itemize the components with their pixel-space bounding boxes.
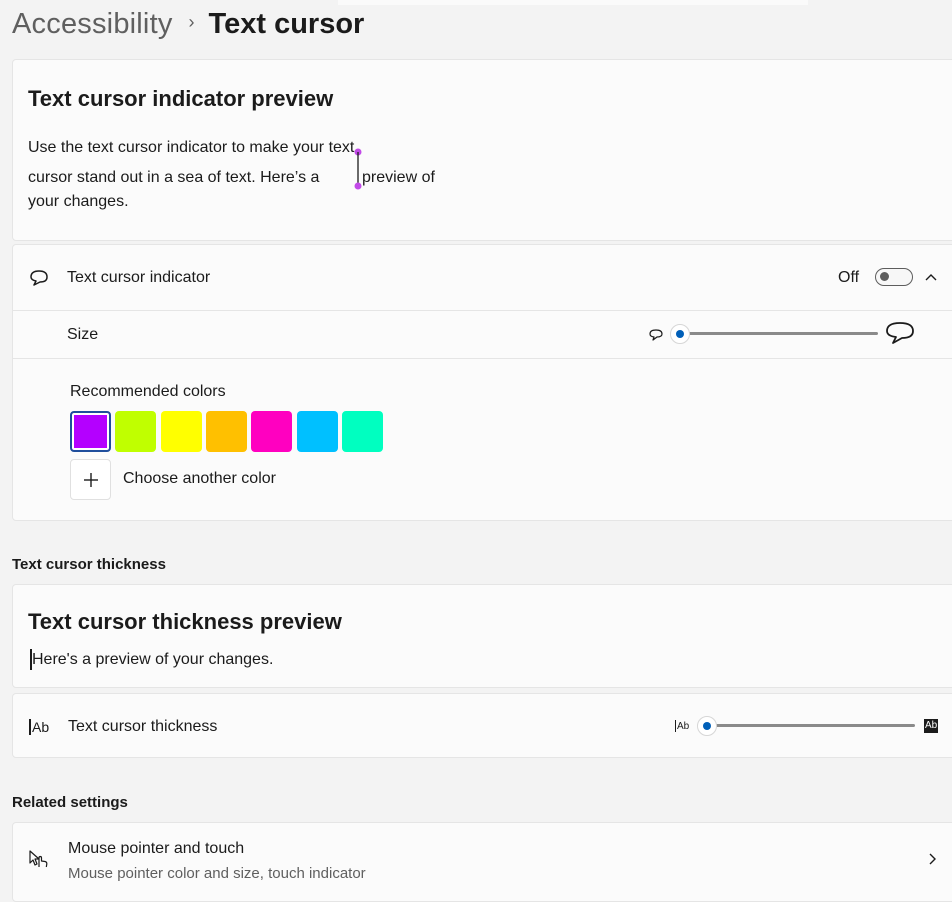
choose-color-label[interactable]: Choose another color (123, 470, 276, 488)
plus-icon (83, 472, 98, 487)
related-item-title: Mouse pointer and touch (68, 840, 245, 857)
color-swatch[interactable] (115, 411, 156, 452)
recommended-colors-label: Recommended colors (70, 383, 226, 400)
related-item-subtitle: Mouse pointer color and size, touch indi… (68, 865, 366, 882)
thickness-row-label: Text cursor thickness (68, 718, 218, 735)
thickness-section-header: Text cursor thickness (12, 556, 166, 573)
thickness-preview-title: Text cursor thickness preview (28, 609, 342, 634)
preview-line-2b: preview of (362, 169, 435, 186)
row-divider (12, 310, 952, 311)
color-swatch[interactable] (70, 411, 111, 452)
breadcrumb: Accessibility › Text cursor (12, 4, 364, 44)
mouse-pointer-touch-link[interactable]: Mouse pointer and touch Mouse pointer co… (12, 822, 952, 902)
text-cursor-indicator-icon (354, 148, 362, 190)
thickness-ab-icon: Ab (29, 718, 49, 736)
indicator-preview-text: Use the text cursor indicator to make yo… (28, 139, 488, 219)
thickness-thin-icon: Ab (675, 720, 690, 732)
thickness-preview-text: Here's a preview of your changes. (32, 651, 274, 668)
indicator-preview-card: Text cursor indicator preview Use the te… (12, 59, 952, 241)
thickness-preview-card: Text cursor thickness preview Here's a p… (12, 584, 952, 688)
text-cursor-indicator-toggle[interactable] (875, 268, 913, 286)
preview-line-1: Use the text cursor indicator to make yo… (28, 139, 355, 156)
thickness-slider-track (707, 724, 915, 727)
toggle-state-label: Off (838, 269, 860, 286)
chevron-up-icon[interactable] (924, 272, 938, 284)
thickness-thick-icon: Ab (924, 719, 939, 733)
cursor-indicator-icon (30, 270, 48, 286)
small-indicator-icon (649, 329, 663, 341)
color-swatch[interactable] (161, 411, 202, 452)
large-indicator-icon (886, 322, 914, 344)
thickness-slider[interactable] (697, 715, 917, 737)
size-slider[interactable] (670, 323, 880, 345)
preview-line-2a: cursor stand out in a sea of text. Here’… (28, 169, 320, 186)
page-title: Text cursor (208, 7, 365, 40)
breadcrumb-accessibility[interactable]: Accessibility (12, 8, 173, 41)
chevron-right-icon (929, 853, 936, 865)
preview-line-3: your changes. (28, 193, 129, 210)
window-top-strip (338, 0, 808, 5)
toggle-knob (880, 272, 889, 281)
size-row-label: Size (67, 326, 99, 343)
size-slider-thumb[interactable] (670, 324, 690, 344)
indicator-row-label: Text cursor indicator (67, 269, 211, 286)
indicator-preview-title: Text cursor indicator preview (28, 86, 334, 111)
size-slider-track (680, 332, 878, 335)
color-swatch[interactable] (251, 411, 292, 452)
related-settings-header: Related settings (12, 794, 128, 811)
choose-color-button[interactable] (70, 459, 111, 500)
color-swatch[interactable] (342, 411, 383, 452)
color-swatch[interactable] (297, 411, 338, 452)
breadcrumb-separator-icon: › (188, 11, 195, 32)
row-divider (12, 358, 952, 359)
thickness-slider-thumb[interactable] (697, 716, 717, 736)
mouse-pointer-touch-icon (29, 850, 48, 868)
color-swatch[interactable] (206, 411, 247, 452)
